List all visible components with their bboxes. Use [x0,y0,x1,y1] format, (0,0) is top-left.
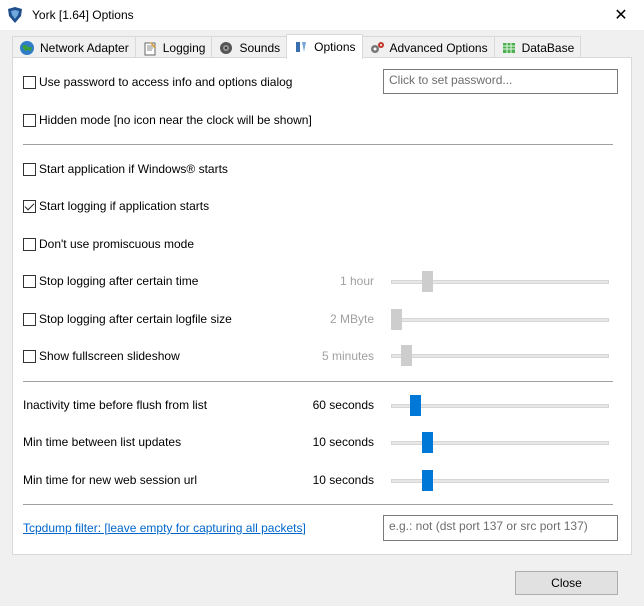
window-close-button[interactable]: ✕ [598,0,644,30]
checkbox-box-checked[interactable] [23,199,36,213]
tcpdump-filter-link[interactable]: Tcpdump filter: [leave empty for capturi… [23,521,306,535]
fullscreen-slider-thumb[interactable] [401,345,413,366]
stop-size-slider-thumb[interactable] [391,309,402,330]
start-app-checkbox[interactable]: Start application if Windows® starts [23,161,228,177]
tab-label: Sounds [239,40,281,55]
checkbox-label: Don't use promiscuous mode [39,237,195,251]
tab-label: Logging [162,40,206,55]
tab-label: Network Adapter [40,40,129,55]
hidden-mode-checkbox[interactable]: Hidden mode [no icon near the clock will… [23,112,312,128]
inactivity-label: Inactivity time before flush from list [23,398,208,412]
web-session-value: 10 seconds [312,473,374,487]
tab-sounds[interactable]: Sounds [211,36,288,58]
inactivity-value: 60 seconds [312,398,374,412]
fullscreen-slideshow-checkbox[interactable]: Show fullscreen slideshow [23,348,180,364]
stop-size-checkbox[interactable]: Stop logging after certain logfile size [23,311,232,327]
checkbox-box[interactable] [23,237,36,251]
web-session-label: Min time for new web session url [23,473,198,487]
stop-time-slider-thumb[interactable] [422,271,434,292]
checkbox-box[interactable] [23,274,36,288]
stop-time-checkbox[interactable]: Stop logging after certain time [23,273,198,289]
checkbox-label: Show fullscreen slideshow [39,349,180,363]
tab-database[interactable]: DataBase [493,36,582,58]
tab-strip: Network Adapter Logging Sounds Options A… [12,34,582,59]
checkbox-label: Start logging if application starts [39,199,210,213]
window-title: York [1.64] Options [32,8,134,22]
database-icon [502,42,515,53]
checkbox-box[interactable] [23,312,36,326]
tab-network-adapter[interactable]: Network Adapter [12,36,136,58]
tab-label: Options [314,40,356,54]
app-logo-icon [8,7,22,23]
use-password-checkbox[interactable]: Use password to access info and options … [23,74,292,90]
separator [23,381,613,382]
checkbox-label: Stop logging after certain time [39,274,199,288]
options-panel: Use password to access info and options … [12,57,632,555]
checkbox-box[interactable] [23,349,36,363]
checkbox-box[interactable] [23,162,36,176]
checkbox-label: Use password to access info and options … [39,75,293,89]
list-updates-value: 10 seconds [312,435,374,449]
tab-label: Advanced Options [389,40,488,55]
no-promiscuous-checkbox[interactable]: Don't use promiscuous mode [23,236,194,252]
options-icon [296,42,307,52]
separator [23,504,613,505]
stop-size-value: 2 MByte [329,312,374,326]
stop-time-value: 1 hour [339,274,374,288]
globe-icon [20,40,34,55]
inactivity-slider-thumb[interactable] [409,395,421,416]
list-updates-label: Min time between list updates [23,435,182,449]
close-button[interactable]: Close [515,571,618,595]
gears-icon [370,41,384,53]
password-field[interactable]: Click to set password... [383,69,618,94]
checkbox-label: Hidden mode [no icon near the clock will… [39,113,312,127]
tcpdump-filter-input[interactable]: e.g.: not (dst port 137 or src port 137) [383,515,618,541]
tab-label: DataBase [521,40,575,55]
separator [23,144,613,145]
checkbox-label: Stop logging after certain logfile size [39,312,232,326]
speaker-icon [220,41,233,54]
checkbox-box[interactable] [23,113,36,127]
tab-advanced-options[interactable]: Advanced Options [361,36,495,58]
list-updates-slider-thumb[interactable] [422,432,434,453]
inactivity-slider-track[interactable] [391,404,609,408]
checkbox-label: Start application if Windows® starts [39,162,228,176]
stop-size-slider-track[interactable] [391,318,609,322]
tcpdump-placeholder: e.g.: not (dst port 137 or src port 137) [389,519,588,533]
start-logging-checkbox[interactable]: Start logging if application starts [23,198,209,214]
web-session-slider-thumb[interactable] [422,470,434,491]
password-placeholder: Click to set password... [389,73,513,87]
title-bar: York [1.64] Options ✕ [0,0,644,30]
tab-logging[interactable]: Logging [134,36,213,58]
checkbox-box[interactable] [23,75,36,89]
notepad-icon [144,41,156,55]
fullscreen-slider-track[interactable] [391,354,609,358]
tab-options[interactable]: Options [286,34,363,59]
fullscreen-value: 5 minutes [321,349,374,363]
